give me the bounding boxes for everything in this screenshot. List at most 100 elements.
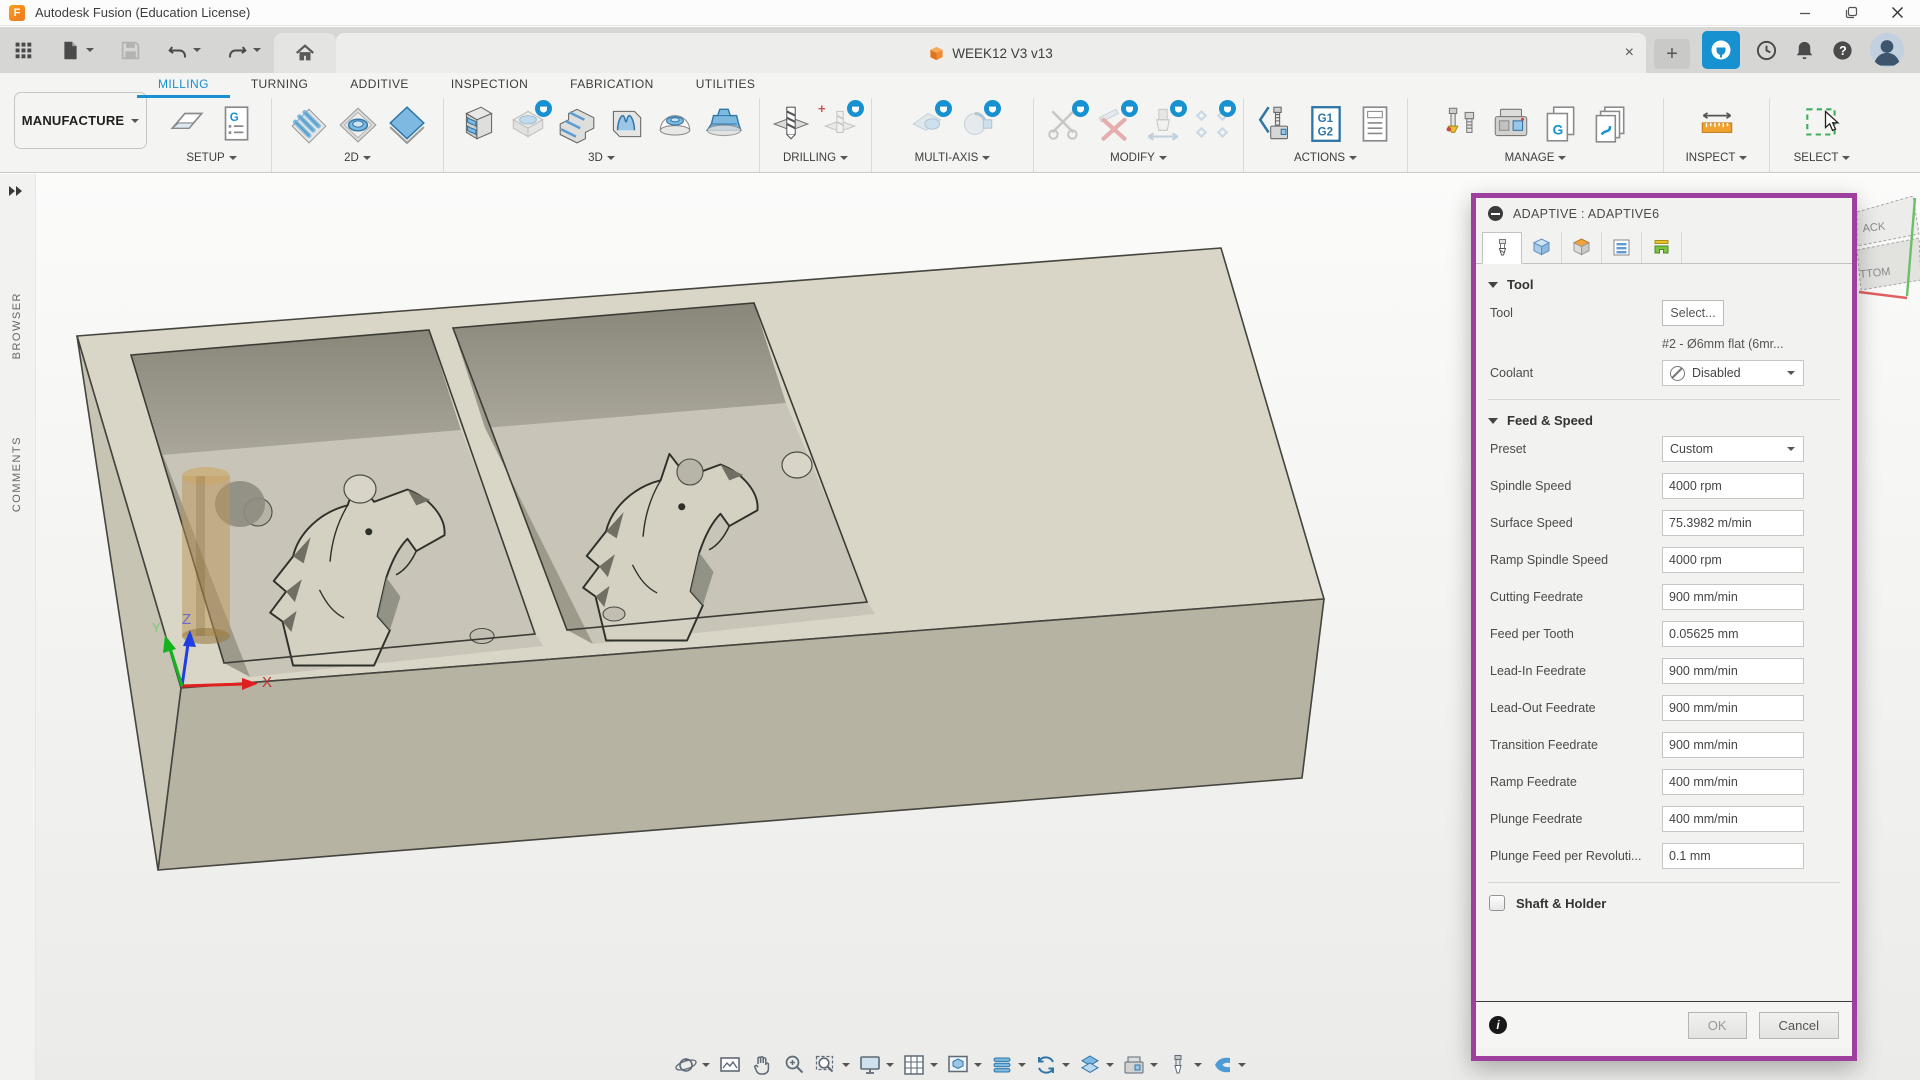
zoom-button[interactable] <box>782 1053 806 1077</box>
save-button[interactable] <box>107 27 154 73</box>
tab-fabrication[interactable]: FABRICATION <box>549 74 675 98</box>
view-cube[interactable]: ACK TTOM <box>1855 194 1920 309</box>
window-minimize-button[interactable] <box>1782 0 1828 25</box>
zoom-window-button[interactable] <box>814 1053 850 1077</box>
setup-sheet-button[interactable] <box>1351 101 1399 147</box>
new-tab-button[interactable]: + <box>1654 39 1690 69</box>
undo-button[interactable] <box>154 27 214 73</box>
redo-button[interactable] <box>214 27 274 73</box>
tab-inspection[interactable]: INSPECTION <box>430 74 549 98</box>
field-input[interactable] <box>1662 769 1804 795</box>
field-input[interactable] <box>1662 510 1804 536</box>
shaft-holder-checkbox[interactable] <box>1489 895 1505 911</box>
orbit-button[interactable] <box>674 1053 710 1077</box>
info-icon[interactable]: i <box>1489 1016 1507 1034</box>
display-settings-button[interactable] <box>858 1053 894 1077</box>
notifications-button[interactable] <box>1793 39 1816 62</box>
2d-face-button[interactable] <box>285 101 333 147</box>
app-grid-button[interactable] <box>0 27 47 73</box>
dialog-header[interactable]: ADAPTIVE : ADAPTIVE6 <box>1476 198 1852 229</box>
tool-display-button[interactable] <box>1166 1053 1202 1077</box>
workspace-selector[interactable]: MANUFACTURE <box>14 92 147 149</box>
comments-panel-tab[interactable]: COMMENTS <box>11 436 23 512</box>
regenerate-button[interactable] <box>1034 1053 1070 1077</box>
edit-points-button[interactable] <box>1188 101 1236 147</box>
group-label-modify[interactable]: MODIFY <box>1110 152 1167 164</box>
3d-spiral-button[interactable] <box>700 101 748 147</box>
group-label-actions[interactable]: ACTIONS <box>1294 152 1357 164</box>
tab-utilities[interactable]: UTILITIES <box>675 74 777 98</box>
machine-library-button[interactable] <box>1487 101 1535 147</box>
field-input[interactable] <box>1662 584 1804 610</box>
dialog-tab-heights[interactable] <box>1562 232 1602 263</box>
field-input[interactable] <box>1662 843 1804 869</box>
close-document-tab-button[interactable]: × <box>1625 44 1634 62</box>
3d-scallop-button[interactable] <box>651 101 699 147</box>
tab-milling[interactable]: MILLING <box>137 74 230 98</box>
measure-button[interactable] <box>1693 101 1741 147</box>
rotary-button[interactable] <box>953 101 1001 147</box>
tool-library-button[interactable] <box>1438 101 1486 147</box>
2d-contour-button[interactable] <box>383 101 431 147</box>
tool-section-header[interactable]: Tool <box>1476 266 1852 300</box>
deep-drill-button[interactable]: + <box>816 101 864 147</box>
stock-display-button[interactable] <box>1078 1053 1114 1077</box>
group-label-drilling[interactable]: DRILLING <box>783 152 848 164</box>
group-label-select[interactable]: SELECT <box>1794 152 1851 164</box>
group-label-setup[interactable]: SETUP <box>186 152 236 164</box>
group-label-2d[interactable]: 2D <box>344 152 371 164</box>
dialog-tab-linking[interactable] <box>1642 232 1682 263</box>
field-input[interactable] <box>1662 473 1804 499</box>
nc-code-button[interactable] <box>1302 101 1350 147</box>
3d-steep-button[interactable] <box>553 101 601 147</box>
extensions-button[interactable] <box>1702 31 1740 69</box>
nc-program-button[interactable] <box>212 101 260 147</box>
machine-display-button[interactable] <box>1122 1053 1158 1077</box>
group-label-inspect[interactable]: INSPECT <box>1686 152 1748 164</box>
2d-pocket-button[interactable] <box>334 101 382 147</box>
field-input[interactable] <box>1662 547 1804 573</box>
toolpath-display-button[interactable] <box>990 1053 1026 1077</box>
group-label-3d[interactable]: 3D <box>588 152 615 164</box>
window-close-button[interactable] <box>1874 0 1920 25</box>
look-at-button[interactable] <box>718 1053 742 1077</box>
dialog-tab-geometry[interactable] <box>1522 232 1562 263</box>
templates-button[interactable] <box>1585 101 1633 147</box>
dialog-minimize-icon[interactable] <box>1488 206 1503 221</box>
user-avatar[interactable] <box>1870 33 1904 67</box>
preset-select[interactable]: Custom <box>1662 436 1804 462</box>
drill-button[interactable] <box>767 101 815 147</box>
group-label-manage[interactable]: MANAGE <box>1505 152 1567 164</box>
post-process-button[interactable] <box>1253 101 1301 147</box>
document-tab[interactable]: WEEK12 V3 v13 × <box>336 33 1646 73</box>
field-input[interactable] <box>1662 732 1804 758</box>
feed-section-header[interactable]: Feed & Speed <box>1476 413 1852 436</box>
dialog-tab-tool[interactable] <box>1482 232 1522 264</box>
post-library-button[interactable] <box>1536 101 1584 147</box>
viewports-button[interactable] <box>946 1053 982 1077</box>
tool-select-button[interactable]: Select... <box>1662 300 1724 326</box>
tab-additive[interactable]: ADDITIVE <box>329 74 430 98</box>
home-tab-button[interactable] <box>274 33 336 73</box>
ok-button[interactable]: OK <box>1688 1012 1747 1039</box>
window-restore-button[interactable] <box>1828 0 1874 25</box>
3d-flow-button[interactable] <box>602 101 650 147</box>
tab-turning[interactable]: TURNING <box>230 74 329 98</box>
probe-display-button[interactable] <box>1210 1053 1246 1077</box>
group-label-multi-axis[interactable]: MULTI-AXIS <box>915 152 991 164</box>
new-setup-button[interactable] <box>163 101 211 147</box>
3d-adaptive-button[interactable] <box>455 101 503 147</box>
cancel-button[interactable]: Cancel <box>1759 1012 1839 1039</box>
browser-panel-tab[interactable]: BROWSER <box>11 292 23 359</box>
help-button[interactable] <box>1831 39 1854 62</box>
file-menu-button[interactable] <box>47 27 107 73</box>
field-input[interactable] <box>1662 621 1804 647</box>
grid-snaps-button[interactable] <box>902 1053 938 1077</box>
job-status-button[interactable] <box>1755 39 1778 62</box>
swarf-button[interactable] <box>904 101 952 147</box>
field-input[interactable] <box>1662 658 1804 684</box>
trim-button[interactable] <box>1041 101 1089 147</box>
coolant-select[interactable]: Disabled <box>1662 360 1804 386</box>
pan-button[interactable] <box>750 1053 774 1077</box>
dialog-tab-passes[interactable] <box>1602 232 1642 263</box>
